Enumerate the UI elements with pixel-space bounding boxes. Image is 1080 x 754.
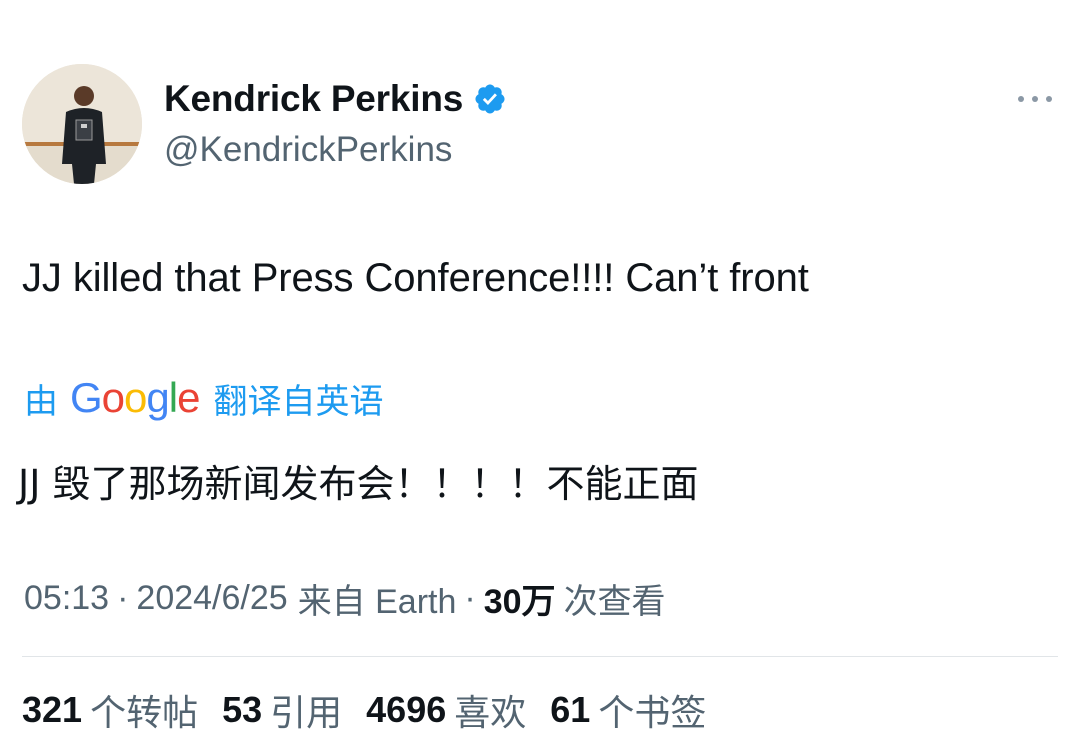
tweet-date[interactable]: 2024/6/25 (136, 579, 287, 618)
stat-count: 61 (550, 689, 591, 730)
tweet-time[interactable]: 05:13 (24, 579, 109, 618)
stat-bookmarks[interactable]: 61 个书签 (550, 684, 706, 736)
more-options-icon[interactable] (1014, 84, 1056, 114)
tweet-detail: Kendrick Perkins @KendrickPerkins JJ kil… (0, 0, 1080, 754)
stat-label: 喜欢 (454, 692, 527, 733)
author-block: Kendrick Perkins @KendrickPerkins (164, 76, 507, 170)
translation-suffix: 翻译自英语 (213, 382, 384, 421)
views-label: 次查看 (563, 582, 666, 621)
stat-likes[interactable]: 4696 喜欢 (366, 684, 526, 736)
profile-photo-icon (22, 64, 142, 184)
stat-count: 53 (222, 689, 263, 730)
meta-separator: · (117, 578, 129, 617)
verified-badge-icon (473, 82, 507, 116)
views-count: 30万 (483, 582, 556, 621)
name-row: Kendrick Perkins (164, 76, 507, 122)
translation-prefix: 由 (24, 382, 58, 421)
engagement-stats: 321 个转帖 53 引用 4696 喜欢 61 个书签 (22, 682, 730, 738)
stat-count: 4696 (366, 689, 447, 730)
stat-quotes[interactable]: 53 引用 (222, 684, 342, 736)
translated-tweet-text: JJ 毁了那场新闻发布会！！！！不能正面 (18, 462, 699, 506)
tweet-meta: 05:13 · 2024/6/25 来自 Earth · 30万 次查看 (24, 572, 666, 624)
stat-label: 引用 (270, 692, 343, 733)
divider (22, 656, 1058, 657)
author-handle[interactable]: @KendrickPerkins (164, 130, 507, 170)
stat-label: 个书签 (598, 692, 707, 733)
google-logo: Google (70, 374, 200, 421)
author-display-name[interactable]: Kendrick Perkins (164, 78, 463, 120)
author-avatar[interactable] (22, 64, 142, 184)
tweet-text: JJ killed that Press Conference!!!! Can’… (22, 256, 809, 300)
stat-count: 321 (22, 689, 83, 730)
stat-label: 个转帖 (90, 692, 199, 733)
translation-attribution[interactable]: 由 Google 翻译自英语 (24, 372, 383, 424)
stat-reposts[interactable]: 321 个转帖 (22, 684, 198, 736)
meta-separator: · (464, 578, 476, 617)
tweet-source: 来自 Earth (297, 582, 457, 621)
